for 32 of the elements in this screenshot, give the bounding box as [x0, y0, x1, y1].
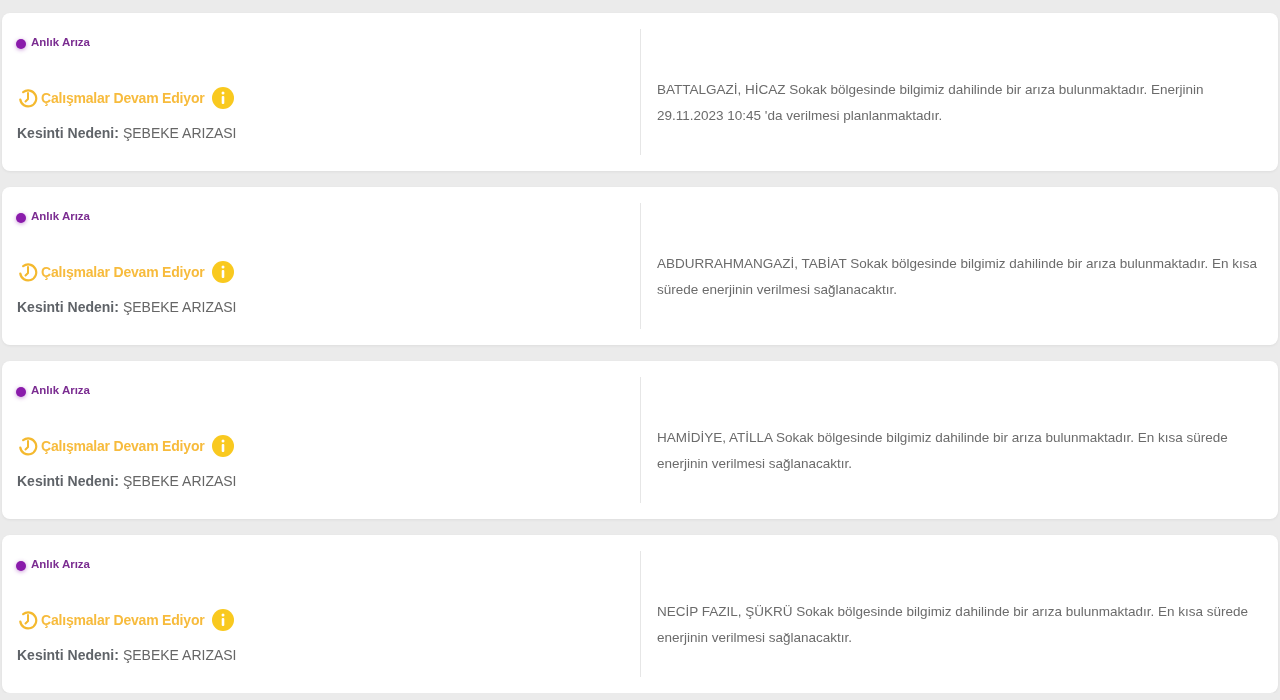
info-icon: [212, 435, 235, 457]
outage-type-label: Anlık Arıza: [31, 210, 90, 222]
clock-icon: [18, 610, 38, 630]
info-icon: [212, 87, 235, 109]
info-icon: [212, 261, 235, 283]
status-text: Çalışmalar Devam Ediyor: [41, 438, 205, 454]
status-dot-icon: [16, 560, 26, 571]
status-text: Çalışmalar Devam Ediyor: [41, 264, 205, 280]
reason-value: ŞEBEKE ARIZASI: [122, 125, 237, 141]
reason-label: Kesinti Nedeni:: [17, 125, 119, 141]
status-dot-icon: [16, 38, 26, 49]
reason-value: ŞEBEKE ARIZASI: [122, 299, 237, 315]
status-dot-icon: [16, 212, 26, 223]
outage-description: BATTALGAZİ, HİCAZ Sokak bölgesinde bilgimiz dahilinde bir arıza bulunmaktadır. Enerjinin 29.11.2023 10:45 'da verilmesi planlanmaktadır.: [657, 81, 1205, 125]
outage-description: ABDURRAHMANGAZİ, TABİAT Sokak bölgesinde bilgimiz dahilinde bir arıza bulunmaktadır. En kısa sürede enerjinin verilmesi sağlanacaktır.: [657, 255, 1258, 299]
reason-label: Kesinti Nedeni:: [17, 647, 119, 663]
status-text: Çalışmalar Devam Ediyor: [41, 612, 205, 628]
clock-icon: [18, 88, 38, 108]
reason-value: ŞEBEKE ARIZASI: [122, 473, 237, 489]
outage-type-label: Anlık Arıza: [31, 558, 90, 570]
clock-icon: [18, 262, 38, 282]
outage-type-label: Anlık Arıza: [31, 36, 90, 48]
outage-description: NECİP FAZIL, ŞÜKRÜ Sokak bölgesinde bilgimiz dahilinde bir arıza bulunmaktadır. En kısa sürede enerjinin verilmesi sağlanacaktır.: [657, 603, 1250, 647]
reason-label: Kesinti Nedeni:: [17, 299, 119, 315]
info-icon: [212, 609, 235, 631]
clock-icon: [18, 436, 38, 456]
status-dot-icon: [16, 386, 26, 397]
reason-label: Kesinti Nedeni:: [17, 473, 119, 489]
reason-value: ŞEBEKE ARIZASI: [122, 647, 237, 663]
status-text: Çalışmalar Devam Ediyor: [41, 90, 205, 106]
outage-type-label: Anlık Arıza: [31, 384, 90, 396]
outage-description: HAMİDİYE, ATİLLA Sokak bölgesinde bilgimiz dahilinde bir arıza bulunmaktadır. En kısa sürede enerjinin verilmesi sağlanacaktır.: [657, 429, 1229, 473]
